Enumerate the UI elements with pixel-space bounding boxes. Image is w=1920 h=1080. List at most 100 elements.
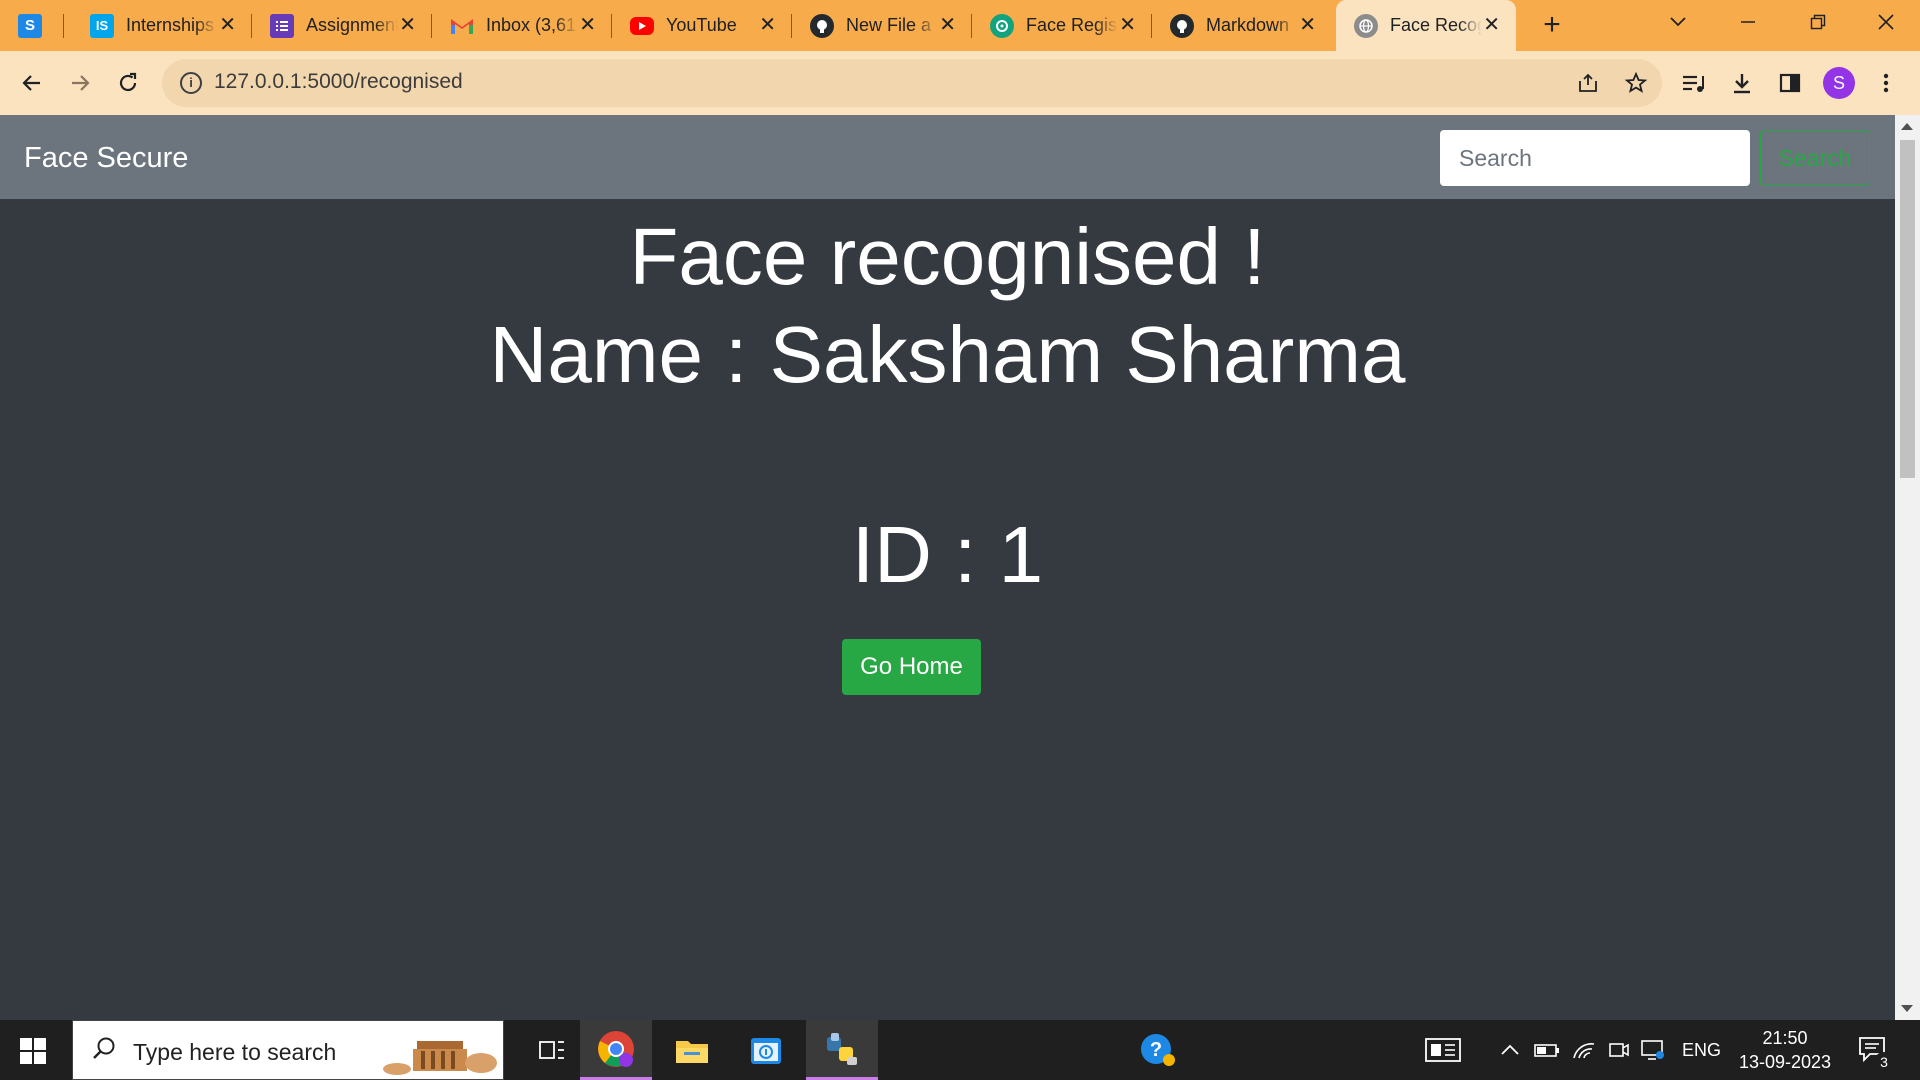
tab-separator	[63, 14, 64, 38]
site-info-icon[interactable]: i	[180, 72, 202, 94]
search-icon	[91, 1035, 117, 1068]
forward-button[interactable]	[64, 67, 96, 99]
tab-gmail-inbox[interactable]: Inbox (3,61 ✕	[432, 0, 612, 51]
svg-text:?: ?	[1150, 1039, 1162, 1061]
battery-icon[interactable]	[1534, 1020, 1560, 1080]
taskbar-search-placeholder: Type here to search	[133, 1039, 337, 1065]
minimize-button[interactable]	[1716, 0, 1780, 44]
chatgpt-icon	[990, 13, 1014, 38]
search-button[interactable]: Search	[1760, 130, 1870, 186]
folder-icon	[676, 1041, 708, 1063]
download-icon	[1734, 74, 1750, 94]
recognition-headline: Face recognised !	[629, 212, 1266, 301]
scroll-down-icon[interactable]	[1901, 1005, 1913, 1012]
close-icon[interactable]: ✕	[1483, 13, 1500, 37]
search-input[interactable]	[1440, 130, 1750, 186]
youtube-icon	[630, 16, 654, 35]
globe-icon	[1354, 13, 1378, 38]
close-icon[interactable]: ✕	[219, 13, 236, 37]
scroll-thumb[interactable]	[1900, 140, 1915, 478]
tab-title: Markdown	[1206, 15, 1290, 35]
back-button[interactable]	[16, 67, 48, 99]
tab-sololearn[interactable]: S	[0, 0, 64, 51]
installer-app-icon	[751, 1038, 781, 1064]
task-view-button[interactable]	[516, 1020, 588, 1080]
main-content: Face recognised ! Name : Saksham Sharma …	[0, 199, 1895, 1020]
clock-time: 21:50	[1762, 1028, 1808, 1048]
tab-assignment[interactable]: Assignment ✕	[252, 0, 432, 51]
tab-markdown[interactable]: Markdown ✕	[1152, 0, 1332, 51]
tab-internships[interactable]: IS Internships ✕	[72, 0, 252, 51]
recognised-id: ID : 1	[851, 510, 1044, 599]
tab-youtube[interactable]: YouTube ✕	[612, 0, 792, 51]
notifications-button[interactable]: 3	[1858, 1036, 1894, 1072]
tab-title: New File a	[846, 15, 932, 35]
close-window-button[interactable]	[1854, 0, 1918, 44]
address-bar[interactable]: i 127.0.0.1:5000/recognised	[162, 59, 1662, 107]
go-home-button[interactable]: Go Home	[842, 639, 981, 695]
tab-title: Face Regis	[1026, 15, 1118, 35]
wifi-icon[interactable]	[1572, 1020, 1596, 1080]
tab-title: YouTube	[666, 15, 737, 35]
tab-github-new-file[interactable]: New File a ✕	[792, 0, 972, 51]
taskbar-python[interactable]	[806, 1020, 878, 1080]
url-text[interactable]: 127.0.0.1:5000/recognised	[214, 70, 463, 94]
gmail-icon	[450, 14, 474, 38]
tab-title: Internships	[126, 15, 215, 35]
close-icon[interactable]: ✕	[1299, 13, 1316, 37]
browser-tab-strip: S IS Internships ✕ Assignment ✕ Inbox (3…	[0, 0, 1920, 51]
browser-menu-button[interactable]	[1870, 67, 1902, 99]
close-icon[interactable]: ✕	[579, 13, 596, 37]
help-app-button[interactable]: ?	[1122, 1020, 1194, 1080]
taskbar-search-box[interactable]: Type here to search	[72, 1020, 504, 1080]
close-icon[interactable]: ✕	[399, 13, 416, 37]
display-icon[interactable]	[1640, 1020, 1666, 1080]
windows-start-icon[interactable]	[20, 1038, 46, 1064]
browser-toolbar: i 127.0.0.1:5000/recognised S	[0, 51, 1920, 115]
github-icon	[810, 13, 834, 38]
page-scrollbar[interactable]	[1895, 115, 1920, 1020]
reload-button[interactable]	[112, 67, 144, 99]
downloads-button[interactable]	[1726, 67, 1758, 99]
minimize-icon	[1741, 21, 1755, 23]
profile-avatar[interactable]: S	[1823, 67, 1855, 99]
side-panel-icon	[1779, 73, 1801, 93]
windows-taskbar: Type here to search ? ENG 21:50 13-09-20…	[0, 1020, 1920, 1080]
taskbar-store-app[interactable]	[730, 1020, 802, 1080]
scroll-up-icon[interactable]	[1901, 123, 1913, 130]
close-icon[interactable]: ✕	[939, 13, 956, 37]
task-view-icon	[539, 1041, 564, 1059]
side-panel-button[interactable]	[1774, 67, 1806, 99]
share-icon[interactable]	[1572, 67, 1604, 99]
tab-face-registration[interactable]: Face Regis ✕	[972, 0, 1152, 51]
notification-count-badge: 3	[1874, 1052, 1894, 1072]
more-vertical-icon	[1883, 73, 1889, 93]
github-icon	[1170, 13, 1194, 38]
camera-icon[interactable]	[1608, 1020, 1630, 1080]
restore-button[interactable]	[1786, 0, 1850, 44]
navbar-brand[interactable]: Face Secure	[24, 142, 188, 175]
site-navbar: Face Secure Search	[0, 115, 1895, 199]
reload-icon	[119, 72, 137, 92]
python-icon	[827, 1032, 857, 1065]
new-tab-button[interactable]: +	[1534, 8, 1570, 44]
taskbar-file-explorer[interactable]	[656, 1020, 728, 1080]
chevron-down-icon	[1670, 17, 1686, 27]
bookmark-star-icon[interactable]	[1620, 67, 1652, 99]
system-clock[interactable]: 21:50 13-09-2023	[1730, 1026, 1840, 1074]
chrome-icon	[598, 1030, 634, 1067]
language-indicator[interactable]: ENG	[1682, 1020, 1721, 1080]
news-widget-icon[interactable]	[1424, 1020, 1462, 1080]
media-control-button[interactable]	[1678, 67, 1710, 99]
chevron-up-icon[interactable]	[1500, 1020, 1520, 1080]
tab-title: Inbox (3,61	[486, 15, 577, 35]
sololearn-icon: S	[18, 13, 42, 38]
help-icon: ?	[1141, 1034, 1175, 1066]
close-icon[interactable]: ✕	[1119, 13, 1136, 37]
tab-title: Assignment	[306, 15, 398, 35]
close-icon[interactable]: ✕	[759, 13, 776, 37]
tab-face-recognition-active[interactable]: Face Recog ✕	[1336, 0, 1516, 51]
tab-search-button[interactable]	[1646, 0, 1710, 44]
arrow-left-icon	[22, 75, 40, 91]
taskbar-chrome[interactable]	[580, 1020, 652, 1080]
